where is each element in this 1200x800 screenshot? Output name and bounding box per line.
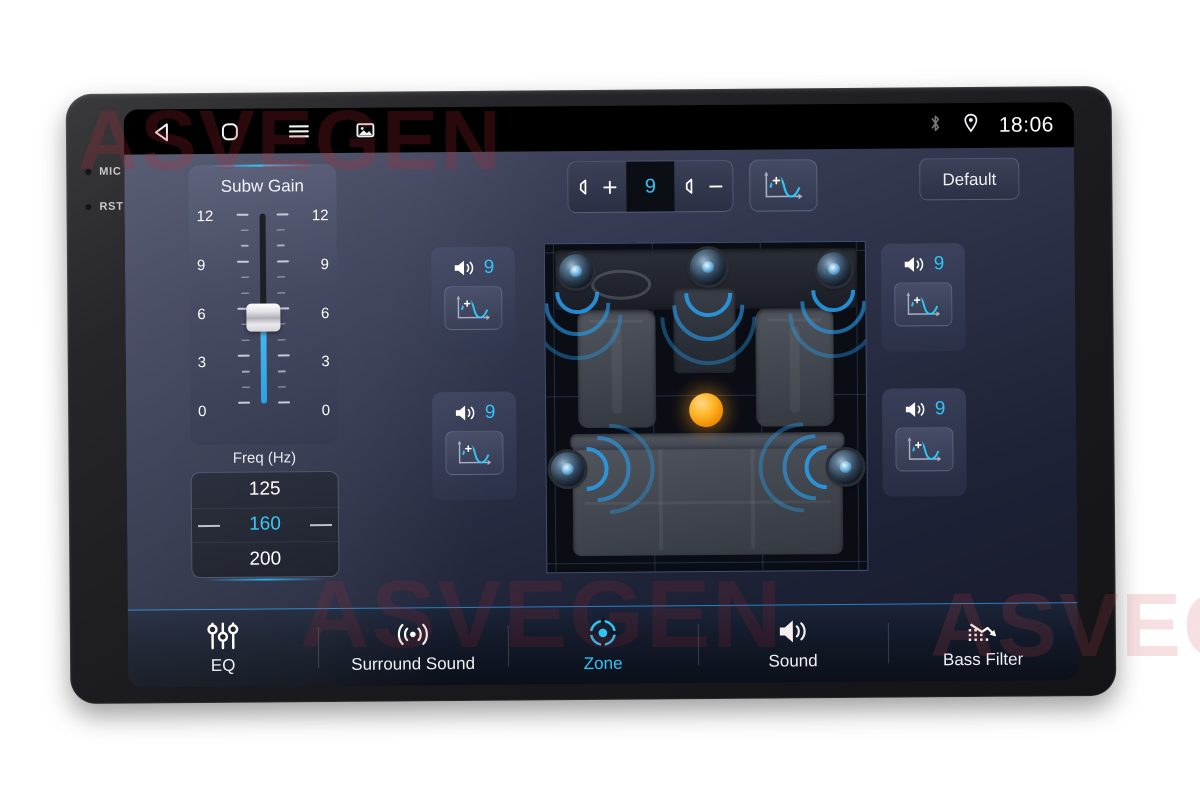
scale-label: 0 [321, 402, 331, 420]
frequency-picker[interactable]: 125 160 200 [190, 470, 340, 579]
zone-panel-front-left[interactable]: 9 [430, 246, 516, 356]
scale-label: 12 [196, 207, 214, 226]
freq-option-200[interactable]: 200 [192, 541, 339, 578]
zone-settings-screen: Subw Gain 12 9 6 3 0 12 9 6 3 0 Freq (Hz… [124, 147, 1079, 688]
slider-thumb[interactable] [246, 303, 281, 332]
zone-panel-rear-right[interactable]: 9 [881, 388, 967, 497]
scale-labels-left: 12 9 6 3 0 [196, 207, 233, 421]
subwoofer-gain-slider[interactable]: 12 9 6 3 0 12 9 6 3 0 [189, 207, 339, 421]
bluetooth-icon [928, 113, 943, 138]
reset-hole-icon[interactable] [84, 202, 93, 211]
speaker-icon [904, 257, 923, 272]
zone-target-icon [588, 618, 618, 648]
speaker-icon [454, 260, 473, 276]
menu-hamburger-icon[interactable] [286, 119, 312, 143]
tab-label: Sound [768, 651, 818, 671]
subwoofer-gain-panel: Subw Gain 12 9 6 3 0 12 9 6 3 0 [188, 163, 339, 446]
zone-volume-value: 9 [484, 401, 496, 423]
freq-option-160-selected[interactable]: 160 [191, 506, 339, 543]
zone-volume-value: 9 [933, 253, 945, 275]
zone-phase-button[interactable] [894, 282, 953, 327]
mic-hole-icon [84, 167, 93, 176]
car-cabin-diagram[interactable] [543, 240, 869, 574]
speaker-icon [779, 620, 806, 643]
center-speaker [689, 248, 727, 286]
scale-label: 6 [320, 304, 330, 322]
scale-label: 9 [320, 255, 330, 273]
zone-volume-value: 9 [483, 256, 495, 278]
tab-label: EQ [210, 655, 236, 675]
volume-down-button[interactable] [674, 161, 732, 211]
subwoofer-gain-title: Subw Gain [220, 176, 305, 196]
zone-volume-value: 9 [934, 398, 946, 420]
freq-option-125[interactable]: 125 [192, 472, 338, 508]
zone-phase-button[interactable] [445, 430, 504, 476]
zone-phase-button[interactable] [895, 427, 954, 472]
scale-label: 3 [321, 353, 330, 371]
speaker-icon [905, 402, 925, 417]
zone-panel-rear-left[interactable]: 9 [431, 391, 517, 501]
mic-label: MIC [99, 165, 122, 178]
master-volume-control: 9 [567, 159, 734, 214]
status-clock: 18:06 [998, 112, 1054, 137]
rear-right-speaker [828, 449, 863, 485]
frequency-caption: Freq (Hz) [232, 449, 297, 467]
tab-surround-sound[interactable]: Surround Sound [318, 608, 509, 686]
head-unit-device: MIC RST 18:06 Subw Gain 12 9 6 3 0 12 9 … [65, 85, 1117, 705]
zone-phase-button[interactable] [444, 285, 503, 331]
front-right-speaker [816, 251, 852, 287]
scale-label: 3 [197, 354, 207, 372]
scale-label: 12 [311, 207, 329, 225]
back-triangle-icon[interactable] [150, 120, 174, 144]
android-status-bar: 18:06 [123, 102, 1075, 155]
speaker-icon [455, 405, 475, 421]
volume-up-button[interactable] [568, 162, 626, 212]
tab-eq[interactable]: EQ [128, 609, 319, 687]
default-button[interactable]: Default [919, 157, 1020, 201]
rear-left-speaker [550, 452, 585, 487]
tab-label: Bass Filter [942, 649, 1024, 670]
bottom-tab-bar: EQ Surround Sound Zone Sound Bass Filter [127, 602, 1079, 688]
tab-label: Zone [583, 653, 623, 674]
sound-position-marker[interactable] [688, 392, 724, 428]
tab-zone[interactable]: Zone [508, 606, 699, 684]
tab-label: Surround Sound [351, 653, 476, 674]
zone-panel-front-right[interactable]: 9 [880, 243, 966, 352]
equalizer-sliders-icon [207, 622, 239, 650]
scale-labels-right: 12 9 6 3 0 [295, 207, 331, 420]
touchscreen: 18:06 Subw Gain 12 9 6 3 0 12 9 6 3 0 Fr… [123, 102, 1079, 688]
scale-label: 9 [196, 256, 206, 274]
tab-bass-filter[interactable]: Bass Filter [888, 603, 1079, 681]
surround-waves-icon [397, 623, 428, 646]
master-phase-button[interactable] [749, 159, 818, 212]
master-volume-value: 9 [626, 161, 675, 212]
mic-pinhole: MIC [84, 165, 122, 178]
tab-sound[interactable]: Sound [698, 605, 889, 683]
screenshot-image-icon[interactable] [356, 121, 375, 140]
rst-label: RST [99, 200, 124, 213]
scale-label: 0 [198, 403, 207, 421]
rst-pinhole[interactable]: RST [84, 200, 124, 213]
freq-picker-glow [203, 578, 328, 582]
home-square-icon[interactable] [218, 119, 242, 143]
scale-label: 6 [197, 305, 206, 323]
front-left-speaker [558, 253, 594, 289]
location-pin-icon [963, 113, 979, 138]
bass-filter-icon [968, 623, 997, 641]
